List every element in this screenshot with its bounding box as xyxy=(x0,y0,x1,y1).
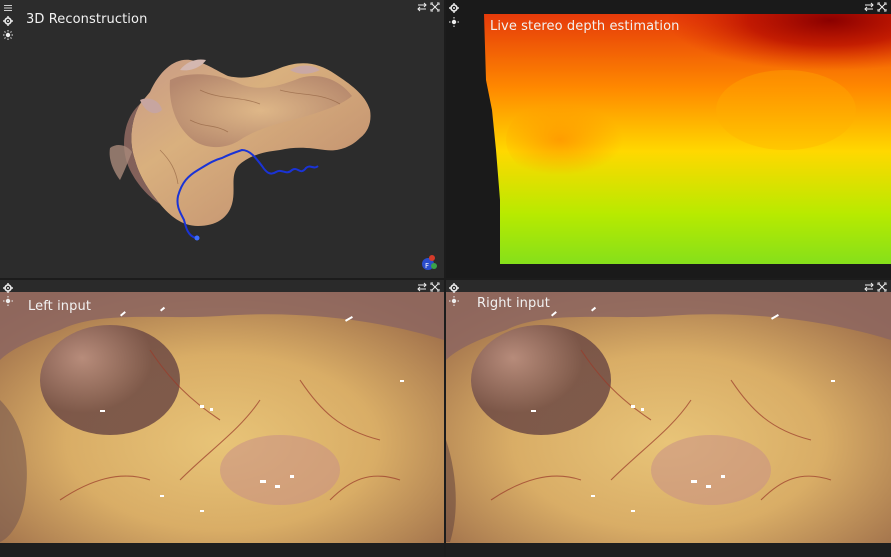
gear-icon[interactable] xyxy=(449,283,459,293)
axis-gizmo-label: F xyxy=(425,262,429,270)
swap-icon[interactable] xyxy=(417,2,427,12)
right-camera-image xyxy=(446,292,891,557)
brightness-icon[interactable] xyxy=(449,17,459,27)
pane-toolbar xyxy=(446,280,891,292)
pane-title: Right input xyxy=(477,296,550,311)
gear-icon[interactable] xyxy=(3,16,13,26)
brightness-icon[interactable] xyxy=(3,296,13,306)
pane-title: Live stereo depth estimation xyxy=(490,19,680,34)
swap-icon[interactable] xyxy=(417,282,427,292)
brightness-icon[interactable] xyxy=(449,296,459,306)
left-input-pane[interactable]: Left input xyxy=(0,280,444,557)
menu-icon[interactable] xyxy=(3,3,13,13)
fullscreen-icon[interactable] xyxy=(877,282,887,292)
gear-icon[interactable] xyxy=(3,283,13,293)
swap-icon[interactable] xyxy=(864,2,874,12)
pane-title: 3D Reconstruction xyxy=(26,12,148,27)
depth-map xyxy=(484,0,891,264)
depth-pane[interactable]: Live stereo depth estimation xyxy=(446,0,891,278)
pane-toolbar xyxy=(0,280,444,292)
reconstruction-mesh[interactable]: F xyxy=(0,0,444,278)
fullscreen-icon[interactable] xyxy=(430,282,440,292)
fullscreen-icon[interactable] xyxy=(877,2,887,12)
fullscreen-icon[interactable] xyxy=(430,2,440,12)
right-input-pane[interactable]: Right input xyxy=(446,280,891,557)
gear-icon[interactable] xyxy=(449,3,459,13)
left-camera-image xyxy=(0,292,444,557)
pane-title: Left input xyxy=(28,299,92,314)
swap-icon[interactable] xyxy=(864,282,874,292)
brightness-icon[interactable] xyxy=(3,30,13,40)
reconstruction-pane[interactable]: 3D Reconstruction F xyxy=(0,0,444,278)
